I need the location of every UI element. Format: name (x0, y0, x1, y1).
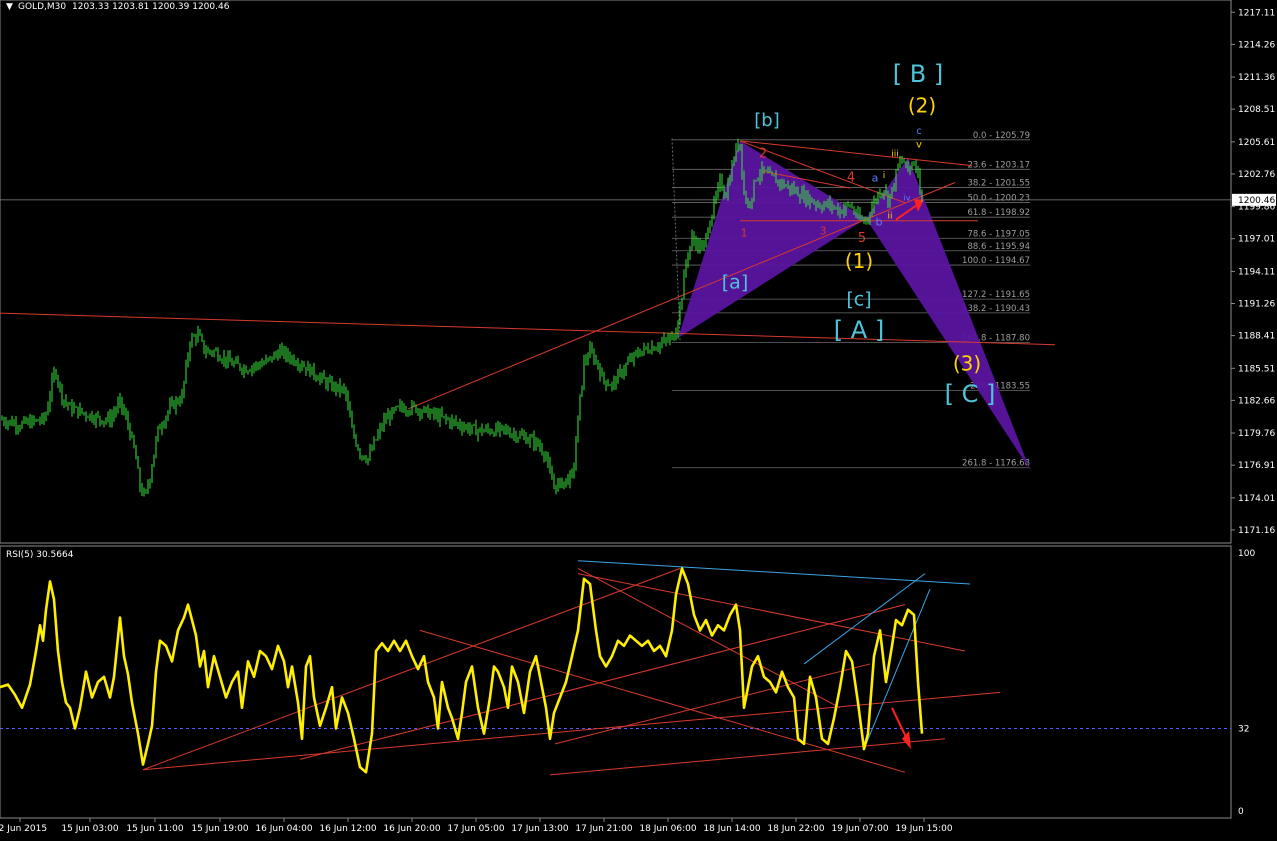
symbol-title: GOLD,M30 (18, 2, 66, 12)
fib-level-label: 100.0 - 1194.67 (962, 256, 1030, 266)
rsi-axis-label: 100 (1238, 549, 1255, 559)
time-tick-label: 16 Jun 20:00 (383, 824, 440, 834)
fib-level-label: 23.6 - 1203.17 (967, 160, 1030, 170)
rsi-axis-label: 0 (1238, 807, 1244, 817)
wave-label-roman-iv: iv (904, 194, 911, 203)
wave-label-big-C: [ C ] (945, 380, 996, 408)
rsi-title: RSI(5) 30.5664 (6, 550, 74, 560)
time-tick-label: 16 Jun 04:00 (255, 824, 312, 834)
fib-level-label: 0.0 - 1205.79 (973, 131, 1030, 141)
wave-label-roman-iii: iii (891, 150, 899, 160)
price-tick-label: 1197.01 (1238, 235, 1275, 245)
wave-label-bracket-c: [c] (846, 288, 871, 310)
wave-label-yellow-3: (3) (953, 352, 981, 376)
main-chart-frame (0, 0, 1232, 544)
wave-label-small-v: v (916, 140, 922, 151)
fib-level-label: 88.6 - 1195.94 (967, 242, 1030, 252)
time-tick-label: 18 Jun 14:00 (703, 824, 760, 834)
time-tick-label: 16 Jun 12:00 (319, 824, 376, 834)
price-tick-label: 1188.41 (1238, 332, 1275, 342)
wave-label-roman-ii: ii (887, 212, 892, 222)
wave-label-big-A: [ A ] (834, 316, 884, 344)
wave-label-small-c-blue: c (916, 126, 922, 137)
price-tick-label: 1174.01 (1238, 494, 1275, 504)
wave-label-red-2: 2 (759, 147, 767, 162)
chart-window: ▼ GOLD,M30 1203.33 1203.81 1200.39 1200.… (0, 0, 1277, 837)
current-price-label: 1200.46 (1238, 196, 1275, 206)
time-tick-label: 15 Jun 11:00 (126, 824, 183, 834)
wave-label-blue-b: b (876, 215, 883, 228)
price-tick-label: 1205.61 (1238, 138, 1275, 148)
price-tick-label: 1171.16 (1238, 526, 1275, 536)
time-tick-label: 15 Jun 03:00 (61, 824, 118, 834)
price-tick-label: 1185.51 (1238, 364, 1275, 374)
time-tick-label: 19 Jun 07:00 (831, 824, 888, 834)
chart-dropdown-icon[interactable]: ▼ (6, 2, 13, 12)
time-tick-label: 17 Jun 05:00 (447, 824, 504, 834)
time-tick-label: 12 Jun 2015 (0, 824, 47, 834)
price-tick-label: 1179.76 (1238, 429, 1275, 439)
fib-level-label: 50.0 - 1200.23 (967, 193, 1030, 203)
time-tick-label: 17 Jun 13:00 (511, 824, 568, 834)
rsi-axis-label: 32 (1238, 724, 1249, 734)
fib-level-label: 61.8 - 1198.92 (967, 208, 1030, 218)
wave-label-yellow-2: (2) (908, 94, 936, 118)
price-tick-label: 1202.76 (1238, 170, 1275, 180)
time-tick-label: 15 Jun 19:00 (191, 824, 248, 834)
wave-label-yellow-1: (1) (845, 249, 873, 273)
wave-label-roman-i: i (883, 171, 886, 181)
wave-label-bracket-b: [b] (754, 110, 779, 131)
wave-label-red-1: 1 (741, 227, 748, 240)
price-tick-label: 1208.51 (1238, 105, 1275, 115)
fib-level-label: 138.2 - 1190.43 (962, 304, 1030, 314)
time-tick-label: 18 Jun 22:00 (767, 824, 824, 834)
rsi-chart-frame (0, 545, 1232, 819)
wave-label-big-B: [ B ] (893, 60, 943, 88)
chart-canvas[interactable]: ▼ GOLD,M30 1203.33 1203.81 1200.39 1200.… (0, 0, 1277, 837)
price-tick-label: 1214.26 (1238, 40, 1275, 50)
price-tick-label: 1211.36 (1238, 73, 1275, 83)
wave-label-bracket-a: [a] (722, 271, 748, 293)
fib-level-label: 127.2 - 1191.65 (962, 290, 1030, 300)
ohlc-readout: 1203.33 1203.81 1200.39 1200.46 (72, 2, 230, 12)
price-tick-label: 1176.91 (1238, 461, 1275, 471)
wave-label-red-3: 3 (820, 224, 827, 237)
wave-label-red-4: 4 (847, 170, 855, 185)
wave-label-blue-a: a (872, 171, 879, 184)
time-tick-label: 18 Jun 06:00 (639, 824, 696, 834)
price-tick-label: 1191.26 (1238, 299, 1275, 309)
time-tick-label: 17 Jun 21:00 (575, 824, 632, 834)
price-tick-label: 1194.11 (1238, 267, 1275, 277)
price-tick-label: 1217.11 (1238, 8, 1275, 18)
time-tick-label: 19 Jun 15:00 (895, 824, 952, 834)
fib-level-label: 261.8 - 1176.68 (962, 459, 1030, 469)
price-tick-label: 1182.66 (1238, 396, 1275, 406)
fib-level-label: 78.6 - 1197.05 (967, 229, 1030, 239)
fib-level-label: 38.2 - 1201.55 (967, 179, 1030, 189)
wave-label-red-5: 5 (858, 231, 866, 246)
